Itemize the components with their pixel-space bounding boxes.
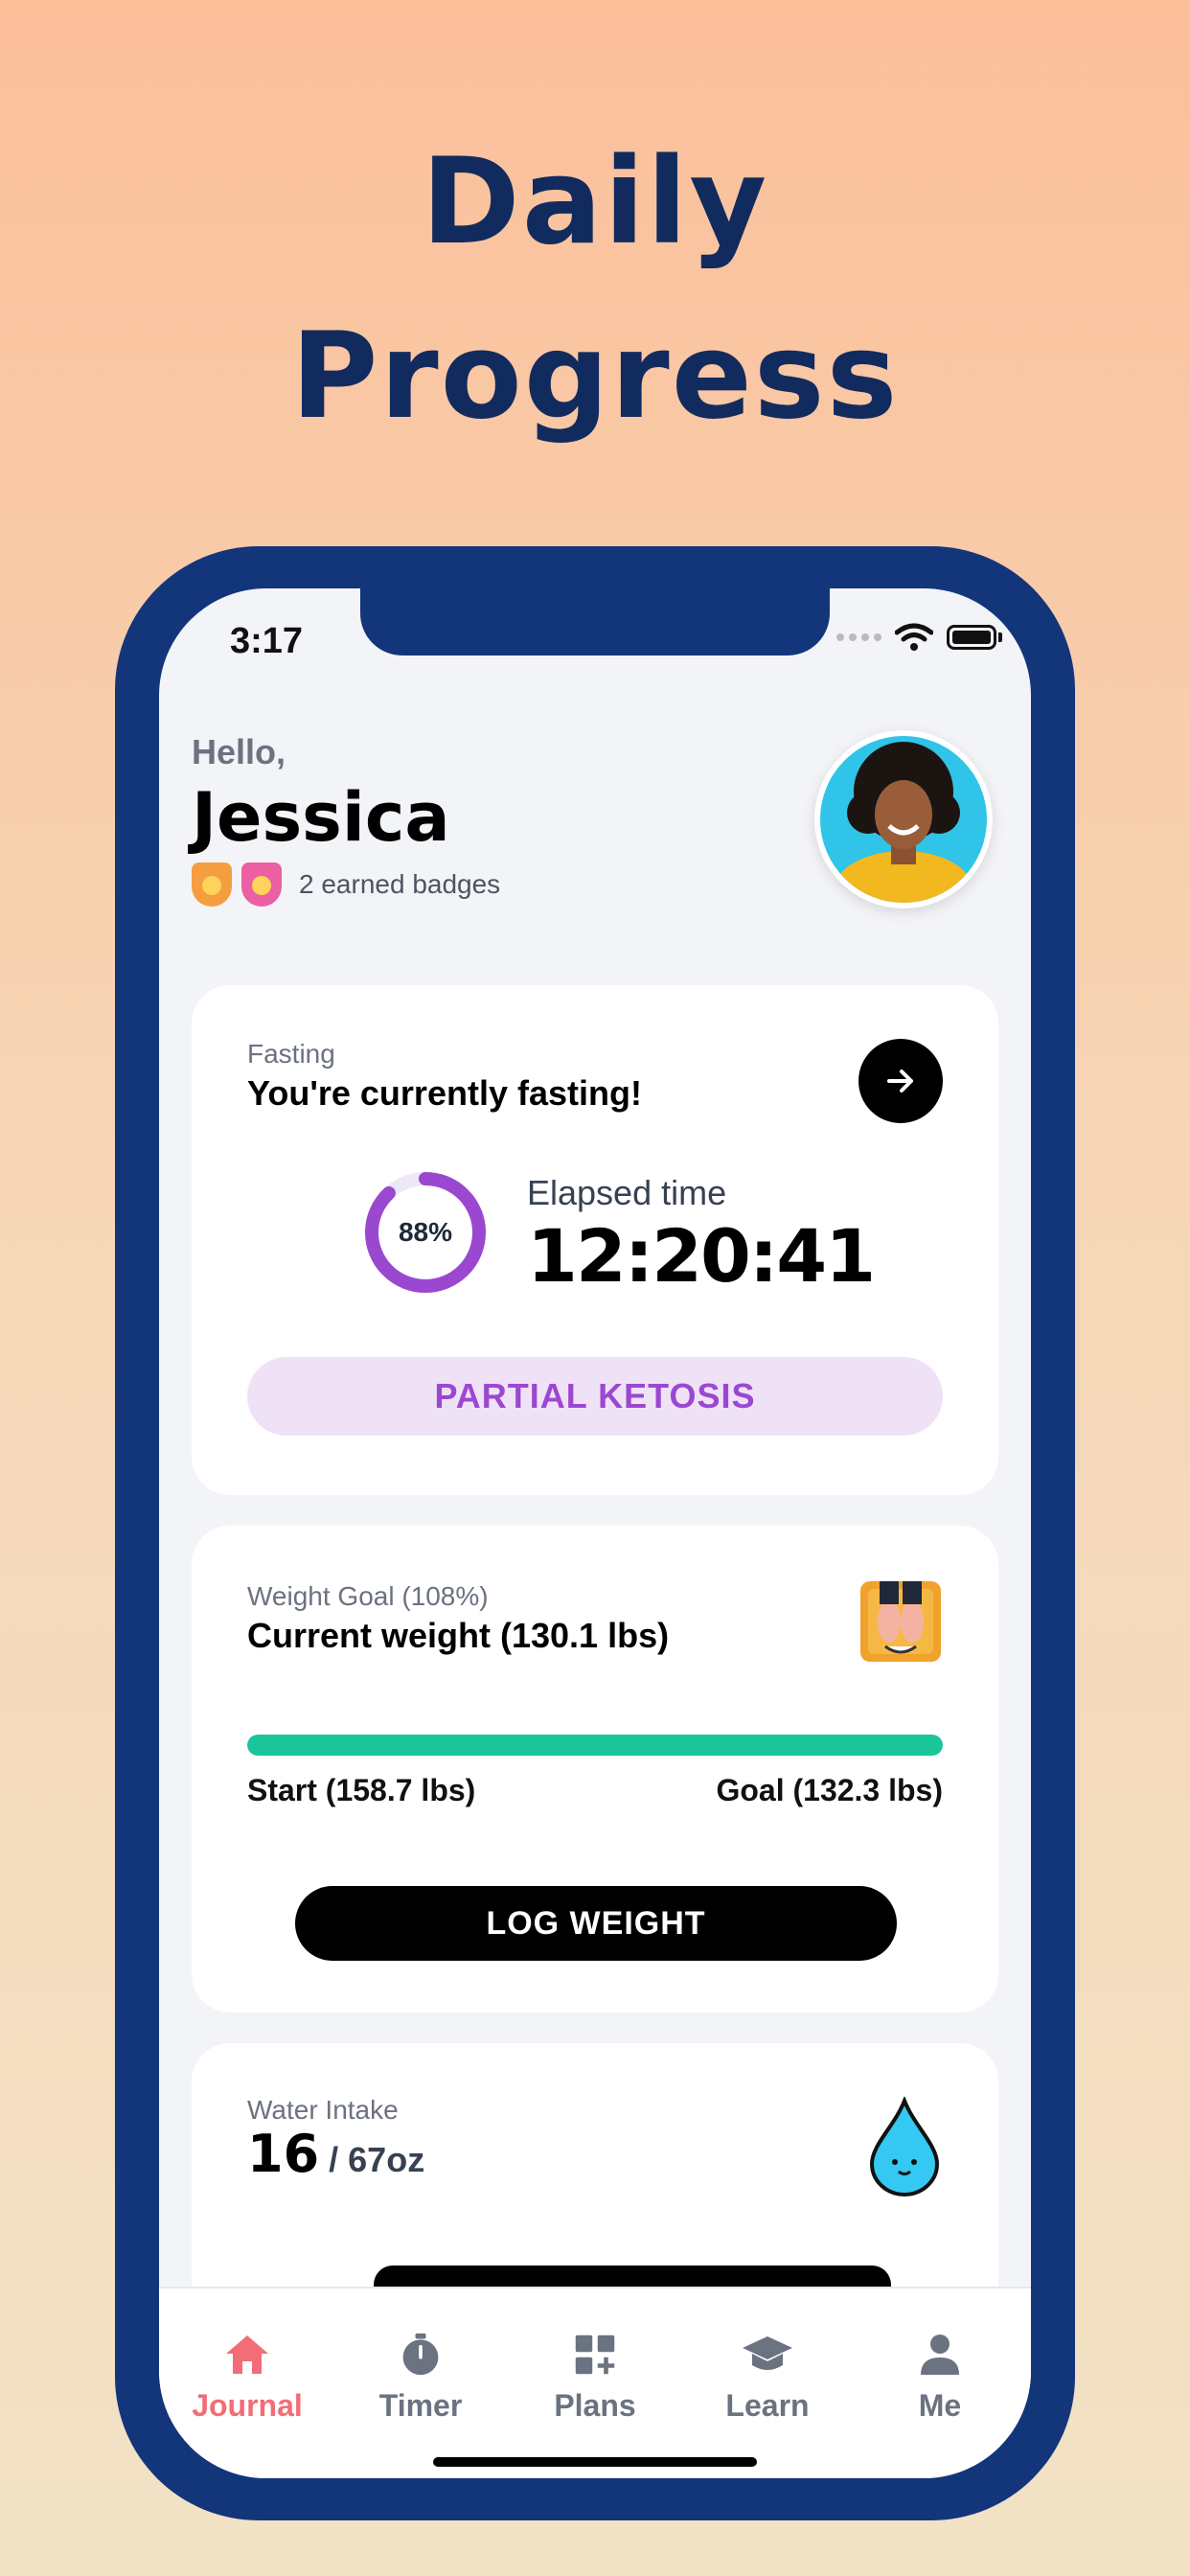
person-icon: [921, 2334, 959, 2375]
elapsed-time-value: 12:20:41: [527, 1213, 876, 1299]
stopwatch-icon: [402, 2333, 439, 2376]
avatar[interactable]: [814, 730, 993, 908]
tab-learn[interactable]: Learn: [696, 2333, 839, 2424]
headline: Daily Progress: [0, 115, 1190, 464]
arrow-right-icon: [887, 1070, 913, 1092]
water-intake-value: 16 / 67oz: [247, 2124, 424, 2184]
notch: [360, 588, 830, 656]
greeting: Hello, Jessica 2 earned badges: [192, 732, 500, 907]
water-intake-label: Water Intake: [247, 2095, 399, 2125]
fasting-details-button[interactable]: [858, 1039, 943, 1123]
battery-icon: [947, 625, 996, 650]
greeting-hello: Hello,: [192, 732, 286, 771]
headline-line-1: Daily: [421, 133, 769, 271]
tab-timer[interactable]: Timer: [349, 2333, 492, 2424]
tab-bar: Journal Timer Plans Learn Me: [159, 2287, 1031, 2478]
user-name: Jessica: [192, 778, 450, 857]
wifi-icon: [895, 623, 933, 651]
earned-badges[interactable]: 2 earned badges: [192, 862, 500, 907]
weight-card[interactable]: Weight Goal (108%) Current weight (130.1…: [192, 1526, 998, 2012]
tab-label-learn: Learn: [725, 2388, 810, 2423]
home-indicator[interactable]: [433, 2457, 757, 2467]
battery-tip: [998, 632, 1002, 642]
fasting-progress-ring: 88%: [362, 1169, 489, 1296]
ketosis-stage-pill[interactable]: PARTIAL KETOSIS: [247, 1357, 943, 1436]
scale-icon: [860, 1581, 941, 1662]
tab-label-plans: Plans: [554, 2388, 636, 2423]
tab-label-journal: Journal: [192, 2388, 303, 2423]
water-current: 16: [247, 2124, 320, 2184]
weight-progress-fill: [247, 1735, 943, 1756]
tab-plans[interactable]: Plans: [523, 2333, 667, 2424]
water-goal: / 67oz: [319, 2140, 425, 2179]
medal-badge-icon: [192, 862, 232, 907]
start-weight: Start (158.7 lbs): [247, 1773, 476, 1807]
weight-progress-bar: [247, 1735, 943, 1756]
goal-weight: Goal (132.3 lbs): [716, 1773, 943, 1807]
tab-label-timer: Timer: [378, 2388, 463, 2423]
badges-text: 2 earned badges: [299, 869, 501, 899]
elapsed-time-label: Elapsed time: [527, 1173, 727, 1212]
avatar-photo: [820, 736, 987, 903]
home-icon: [226, 2335, 268, 2374]
fasting-card[interactable]: Fasting You're currently fasting! 88% El…: [192, 985, 998, 1495]
status-icons: [836, 623, 1002, 652]
status-time: 3:17: [230, 621, 304, 661]
phone-frame: 3:17 Hello, Jessica 2 earned badges Fast…: [115, 546, 1075, 2520]
tab-me[interactable]: Me: [868, 2333, 1012, 2424]
grid-plus-icon: [575, 2334, 615, 2375]
tab-label-me: Me: [918, 2388, 962, 2423]
graduation-cap-icon: [743, 2336, 792, 2370]
star-badge-icon: [241, 862, 282, 907]
app-screen: 3:17 Hello, Jessica 2 earned badges Fast…: [159, 588, 1031, 2478]
water-drop-icon: [869, 2097, 940, 2196]
tab-journal[interactable]: Journal: [175, 2333, 319, 2424]
current-weight-title: Current weight (130.1 lbs): [247, 1616, 670, 1655]
weight-goal-label: Weight Goal (108%): [247, 1581, 489, 1611]
fasting-label: Fasting: [247, 1039, 335, 1069]
fasting-title: You're currently fasting!: [247, 1073, 642, 1113]
headline-line-2: Progress: [290, 308, 900, 446]
fasting-progress-text: 88%: [398, 1217, 453, 1247]
log-weight-button[interactable]: LOG WEIGHT: [295, 1886, 897, 1961]
signal-icon: [836, 633, 881, 641]
